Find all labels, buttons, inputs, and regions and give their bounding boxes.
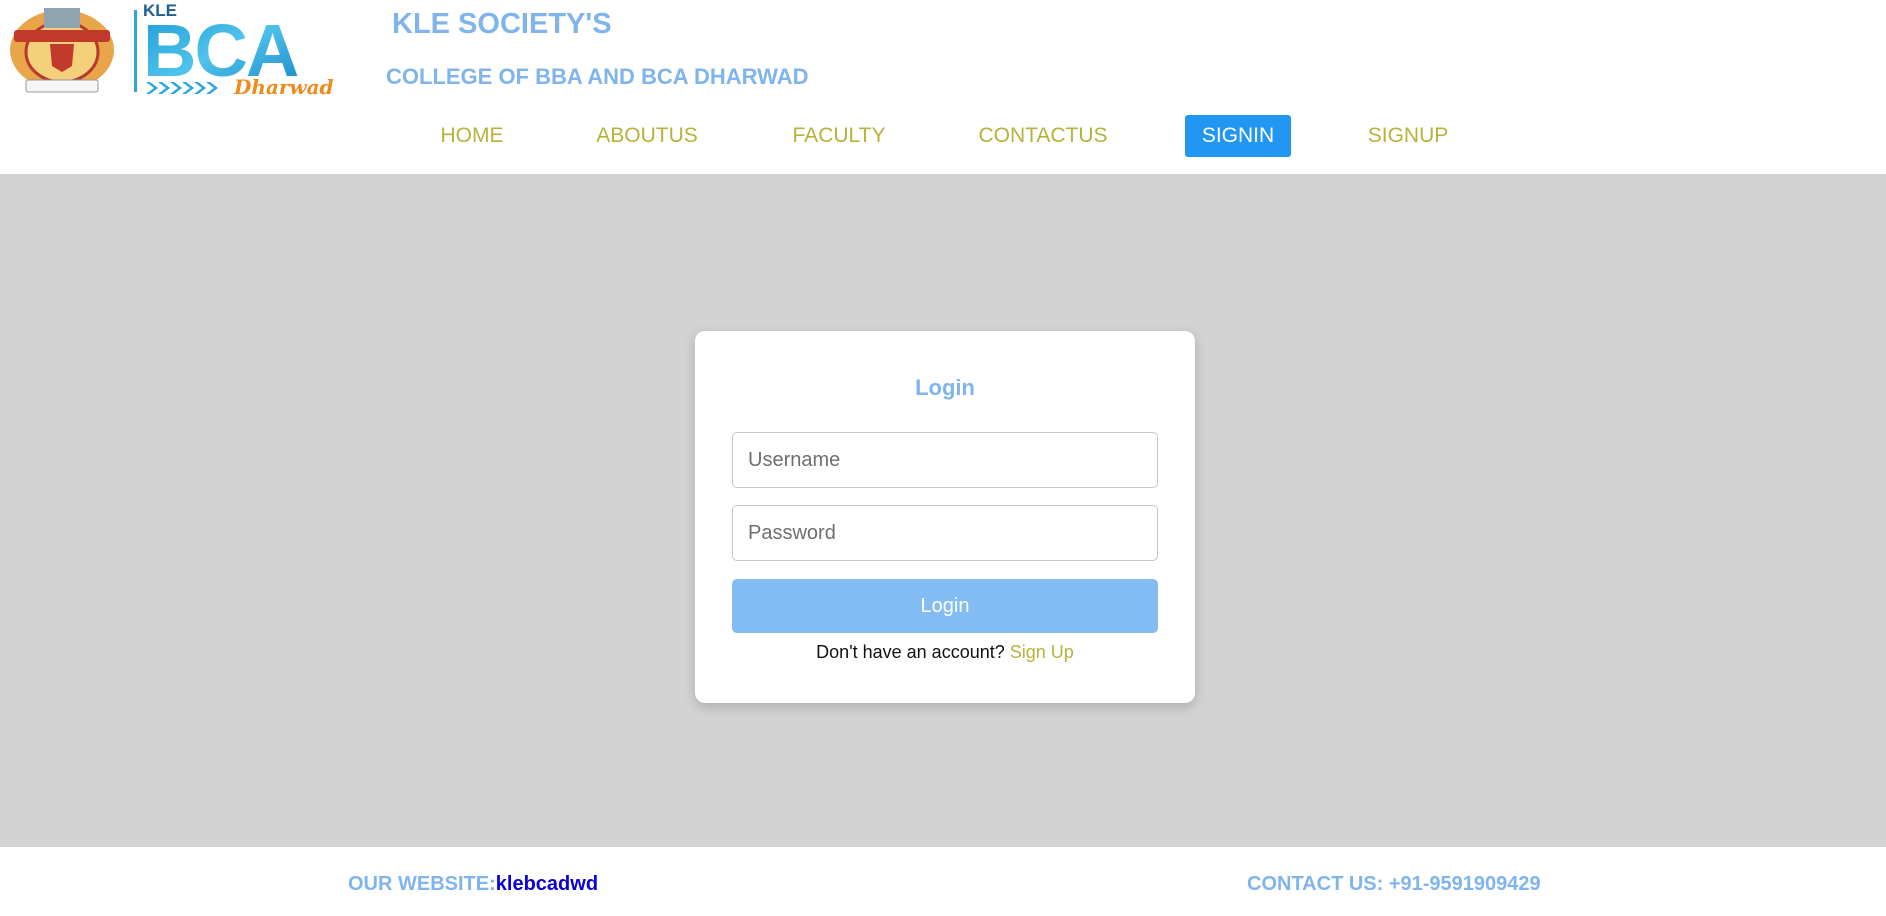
website-label: OUR WEBSITE: xyxy=(348,873,496,895)
nav-signin[interactable]: SIGNIN xyxy=(1185,115,1291,157)
logo-dharwad-text: Dharwad xyxy=(233,75,334,98)
signup-prompt-text: Don't have an account? xyxy=(816,642,1005,662)
nav-contactus[interactable]: CONTACTUS xyxy=(968,115,1118,157)
password-input[interactable] xyxy=(732,505,1158,561)
college-logo[interactable]: KLE BCA Dharwad xyxy=(0,0,374,98)
site-subtitle: COLLEGE OF BBA AND BCA DHARWAD xyxy=(386,64,809,89)
nav-faculty[interactable]: FACULTY xyxy=(776,115,902,157)
website-link[interactable]: klebcadwd xyxy=(496,873,598,895)
footer-contact: CONTACT US: +91-9591909429 xyxy=(1247,873,1541,895)
signup-link[interactable]: Sign Up xyxy=(1010,642,1074,662)
site-header: KLE BCA Dharwad KLE SOCIETY'S COLLEGE OF… xyxy=(0,0,1886,174)
main-nav: HOME ABOUTUS FACULTY CONTACTUS SIGNIN SI… xyxy=(0,115,1886,157)
nav-aboutus[interactable]: ABOUTUS xyxy=(584,115,710,157)
login-button[interactable]: Login xyxy=(732,579,1158,633)
username-input[interactable] xyxy=(732,432,1158,488)
footer-website: OUR WEBSITE:klebcadwd xyxy=(348,873,598,896)
site-title: KLE SOCIETY'S xyxy=(392,8,612,40)
nav-home[interactable]: HOME xyxy=(424,115,520,157)
site-footer: OUR WEBSITE:klebcadwd CONTACT US: +91-95… xyxy=(0,847,1886,916)
main-content: Login Login Don't have an account? Sign … xyxy=(0,174,1886,847)
logo-graphic: KLE BCA Dharwad xyxy=(0,0,374,98)
nav-signup[interactable]: SIGNUP xyxy=(1356,115,1460,157)
signup-prompt-line: Don't have an account? Sign Up xyxy=(695,642,1195,663)
login-title: Login xyxy=(915,375,975,400)
login-card: Login Login Don't have an account? Sign … xyxy=(695,331,1195,703)
